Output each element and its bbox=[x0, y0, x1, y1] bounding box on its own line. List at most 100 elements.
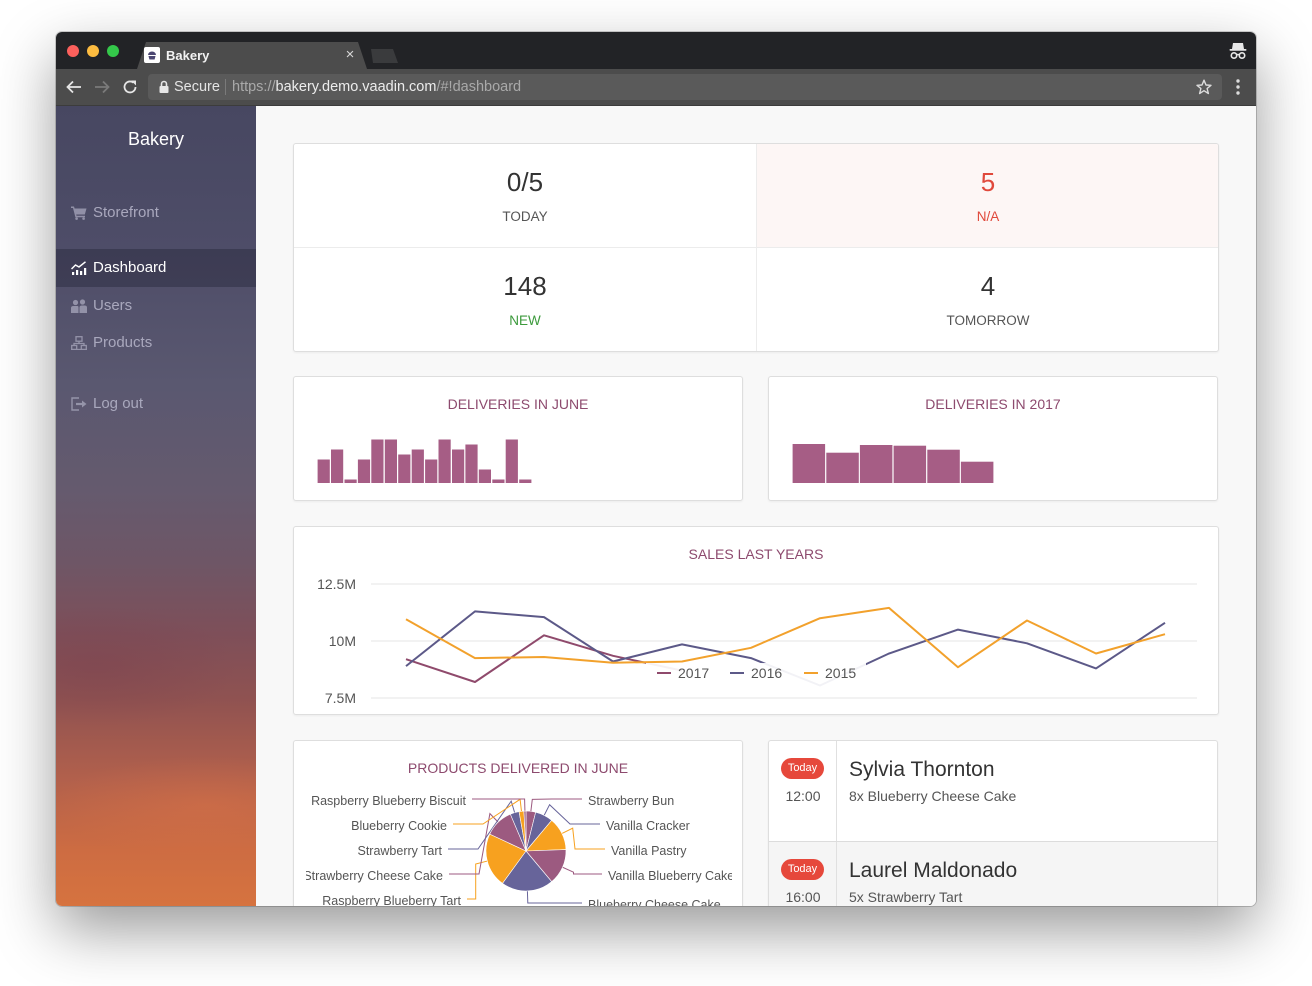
bar-jan[interactable] bbox=[792, 444, 826, 483]
maximize-window-button[interactable] bbox=[107, 45, 119, 57]
stat-value: 148 bbox=[503, 271, 547, 301]
order-time: 12:00 bbox=[785, 788, 821, 804]
bar-9[interactable] bbox=[425, 459, 438, 484]
pie-connector-raspberry-blueberry-tart bbox=[467, 859, 491, 900]
stat-value: 5 bbox=[980, 167, 996, 197]
bar-may[interactable] bbox=[927, 449, 960, 483]
bar-1[interactable] bbox=[317, 459, 330, 484]
nav-item-users[interactable]: Users bbox=[56, 287, 256, 325]
pie-label-raspberry-blueberry-tart: Raspberry Blueberry Tart bbox=[322, 894, 461, 906]
order-customer: Laurel Maldonado bbox=[849, 859, 1018, 882]
pie-label-blueberry-cookie: Blueberry Cookie bbox=[351, 819, 447, 833]
bar-8[interactable] bbox=[411, 449, 424, 484]
users-icon bbox=[71, 299, 87, 313]
y-tick-label: 7.5M bbox=[325, 690, 356, 706]
legend-label: 2017 bbox=[678, 665, 709, 681]
bar-12[interactable] bbox=[465, 444, 478, 484]
pie-label-blueberry-cheese-cake: Blueberry Cheese Cake bbox=[588, 898, 721, 906]
legend-label: 2016 bbox=[751, 665, 782, 681]
browser-menu-icon[interactable] bbox=[1232, 78, 1244, 96]
pie-label-vanilla-cracker: Vanilla Cracker bbox=[606, 819, 690, 833]
new-tab-button[interactable] bbox=[368, 49, 398, 63]
nav-label: Products bbox=[93, 334, 153, 351]
pie-label-strawberry-cheese-cake: Strawberry Cheese Cake bbox=[306, 869, 443, 883]
dashboard-chart-icon bbox=[70, 261, 87, 275]
bar-15[interactable] bbox=[505, 439, 518, 484]
bar-apr[interactable] bbox=[893, 445, 927, 483]
products-icon bbox=[71, 336, 87, 351]
nav-item-logout[interactable]: Log out bbox=[56, 385, 256, 423]
app-brand: Bakery bbox=[127, 129, 185, 149]
bakery-favicon-icon bbox=[144, 47, 160, 63]
stat-label: TODAY bbox=[502, 209, 548, 224]
reload-icon[interactable] bbox=[121, 78, 139, 96]
incognito-icon bbox=[1229, 41, 1247, 61]
stat-value: 4 bbox=[980, 271, 996, 301]
order-items: 5x Strawberry Tart bbox=[849, 889, 963, 905]
deliveries-year-chart bbox=[792, 444, 994, 483]
order-items: 8x Blueberry Cheese Cake bbox=[849, 788, 1017, 804]
stat-value: 0/5 bbox=[506, 167, 544, 197]
nav-label: Storefront bbox=[93, 204, 159, 221]
bar-5[interactable] bbox=[371, 439, 384, 484]
pie-label-strawberry-tart: Strawberry Tart bbox=[357, 844, 442, 858]
stat-new: 148 NEW bbox=[294, 248, 756, 351]
dashboard-main: 0/5 TODAY 5 N/A 148 NEW 4 TOMORROW DELIV… bbox=[256, 106, 1256, 906]
url-path: /#!dashboard bbox=[436, 79, 522, 95]
browser-toolbar: Secure https://bakery.demo.vaadin.com/#!… bbox=[56, 69, 1256, 106]
nav-label: Dashboard bbox=[93, 259, 167, 276]
pie-label-strawberry-bun: Strawberry Bun bbox=[588, 794, 674, 808]
order-row[interactable]: Today 12:00 Sylvia Thornton 8x Blueberry… bbox=[769, 741, 1217, 841]
pie-connector-blueberry-cheese-cake bbox=[526, 887, 582, 904]
bookmark-star-icon[interactable] bbox=[1196, 79, 1212, 95]
address-bar[interactable]: Secure https://bakery.demo.vaadin.com/#!… bbox=[148, 74, 1222, 100]
order-day-badge: Today bbox=[781, 859, 824, 880]
stats-row-divider bbox=[294, 247, 1218, 248]
nav-label: Users bbox=[93, 297, 133, 314]
bar-feb[interactable] bbox=[826, 452, 859, 483]
pie-connector-vanilla-blueberry-cake bbox=[559, 865, 602, 875]
back-arrow-icon[interactable] bbox=[65, 78, 83, 96]
bar-14[interactable] bbox=[492, 479, 505, 484]
pie-label-raspberry-blueberry-biscuit: Raspberry Blueberry Biscuit bbox=[311, 794, 466, 808]
tab-close-icon[interactable]: × bbox=[343, 45, 357, 64]
nav-item-products[interactable]: Products bbox=[56, 324, 256, 362]
lock-icon bbox=[159, 80, 169, 93]
minimize-window-button[interactable] bbox=[87, 45, 99, 57]
bar-11[interactable] bbox=[452, 449, 465, 484]
bar-3[interactable] bbox=[344, 479, 357, 484]
bar-mar[interactable] bbox=[859, 445, 893, 483]
bar-16[interactable] bbox=[519, 479, 532, 484]
products-pie-chart: Strawberry Bun Vanilla Cracker Vanilla Pas… bbox=[306, 794, 732, 906]
stat-label: N/A bbox=[976, 209, 1000, 224]
y-tick-label: 10M bbox=[329, 633, 356, 649]
order-time-column: Today 16:00 bbox=[769, 842, 837, 906]
cart-icon bbox=[71, 206, 87, 220]
tab-title: Bakery bbox=[166, 48, 210, 63]
nav-item-storefront[interactable]: Storefront bbox=[56, 194, 256, 232]
url-text[interactable]: https://bakery.demo.vaadin.com/#!dashboa… bbox=[232, 78, 521, 96]
products-delivered-card: PRODUCTS DELIVERED IN JUNE Strawberry Bu… bbox=[293, 740, 743, 906]
order-day-badge: Today bbox=[781, 758, 824, 779]
browser-tab-active[interactable]: Bakery × bbox=[137, 42, 367, 69]
order-customer: Sylvia Thornton bbox=[849, 758, 995, 781]
sales-card: SALES LAST YEARS 12.5M 10M 7.5M 2017 2016 201… bbox=[293, 526, 1219, 715]
series-line-2015[interactable] bbox=[405, 606, 1166, 669]
omnibox-separator bbox=[225, 79, 226, 95]
bar-7[interactable] bbox=[398, 454, 411, 484]
bar-jun[interactable] bbox=[960, 461, 994, 483]
bar-6[interactable] bbox=[384, 439, 397, 484]
stat-label: NEW bbox=[509, 313, 541, 328]
bar-4[interactable] bbox=[357, 459, 371, 484]
pie-label-vanilla-pastry: Vanilla Pastry bbox=[611, 844, 687, 858]
bar-13[interactable] bbox=[478, 469, 491, 484]
upcoming-orders-card: Today 12:00 Sylvia Thornton 8x Blueberry… bbox=[768, 740, 1218, 906]
bar-10[interactable] bbox=[438, 439, 451, 484]
close-window-button[interactable] bbox=[67, 45, 79, 57]
url-host: bakery.demo.vaadin.com bbox=[275, 79, 437, 95]
order-row[interactable]: Today 16:00 Laurel Maldonado 5x Strawber… bbox=[769, 841, 1217, 906]
order-time: 16:00 bbox=[785, 889, 821, 905]
bar-2[interactable] bbox=[331, 449, 344, 484]
forward-arrow-icon[interactable] bbox=[93, 78, 111, 96]
nav-item-dashboard[interactable]: Dashboard bbox=[56, 249, 256, 287]
